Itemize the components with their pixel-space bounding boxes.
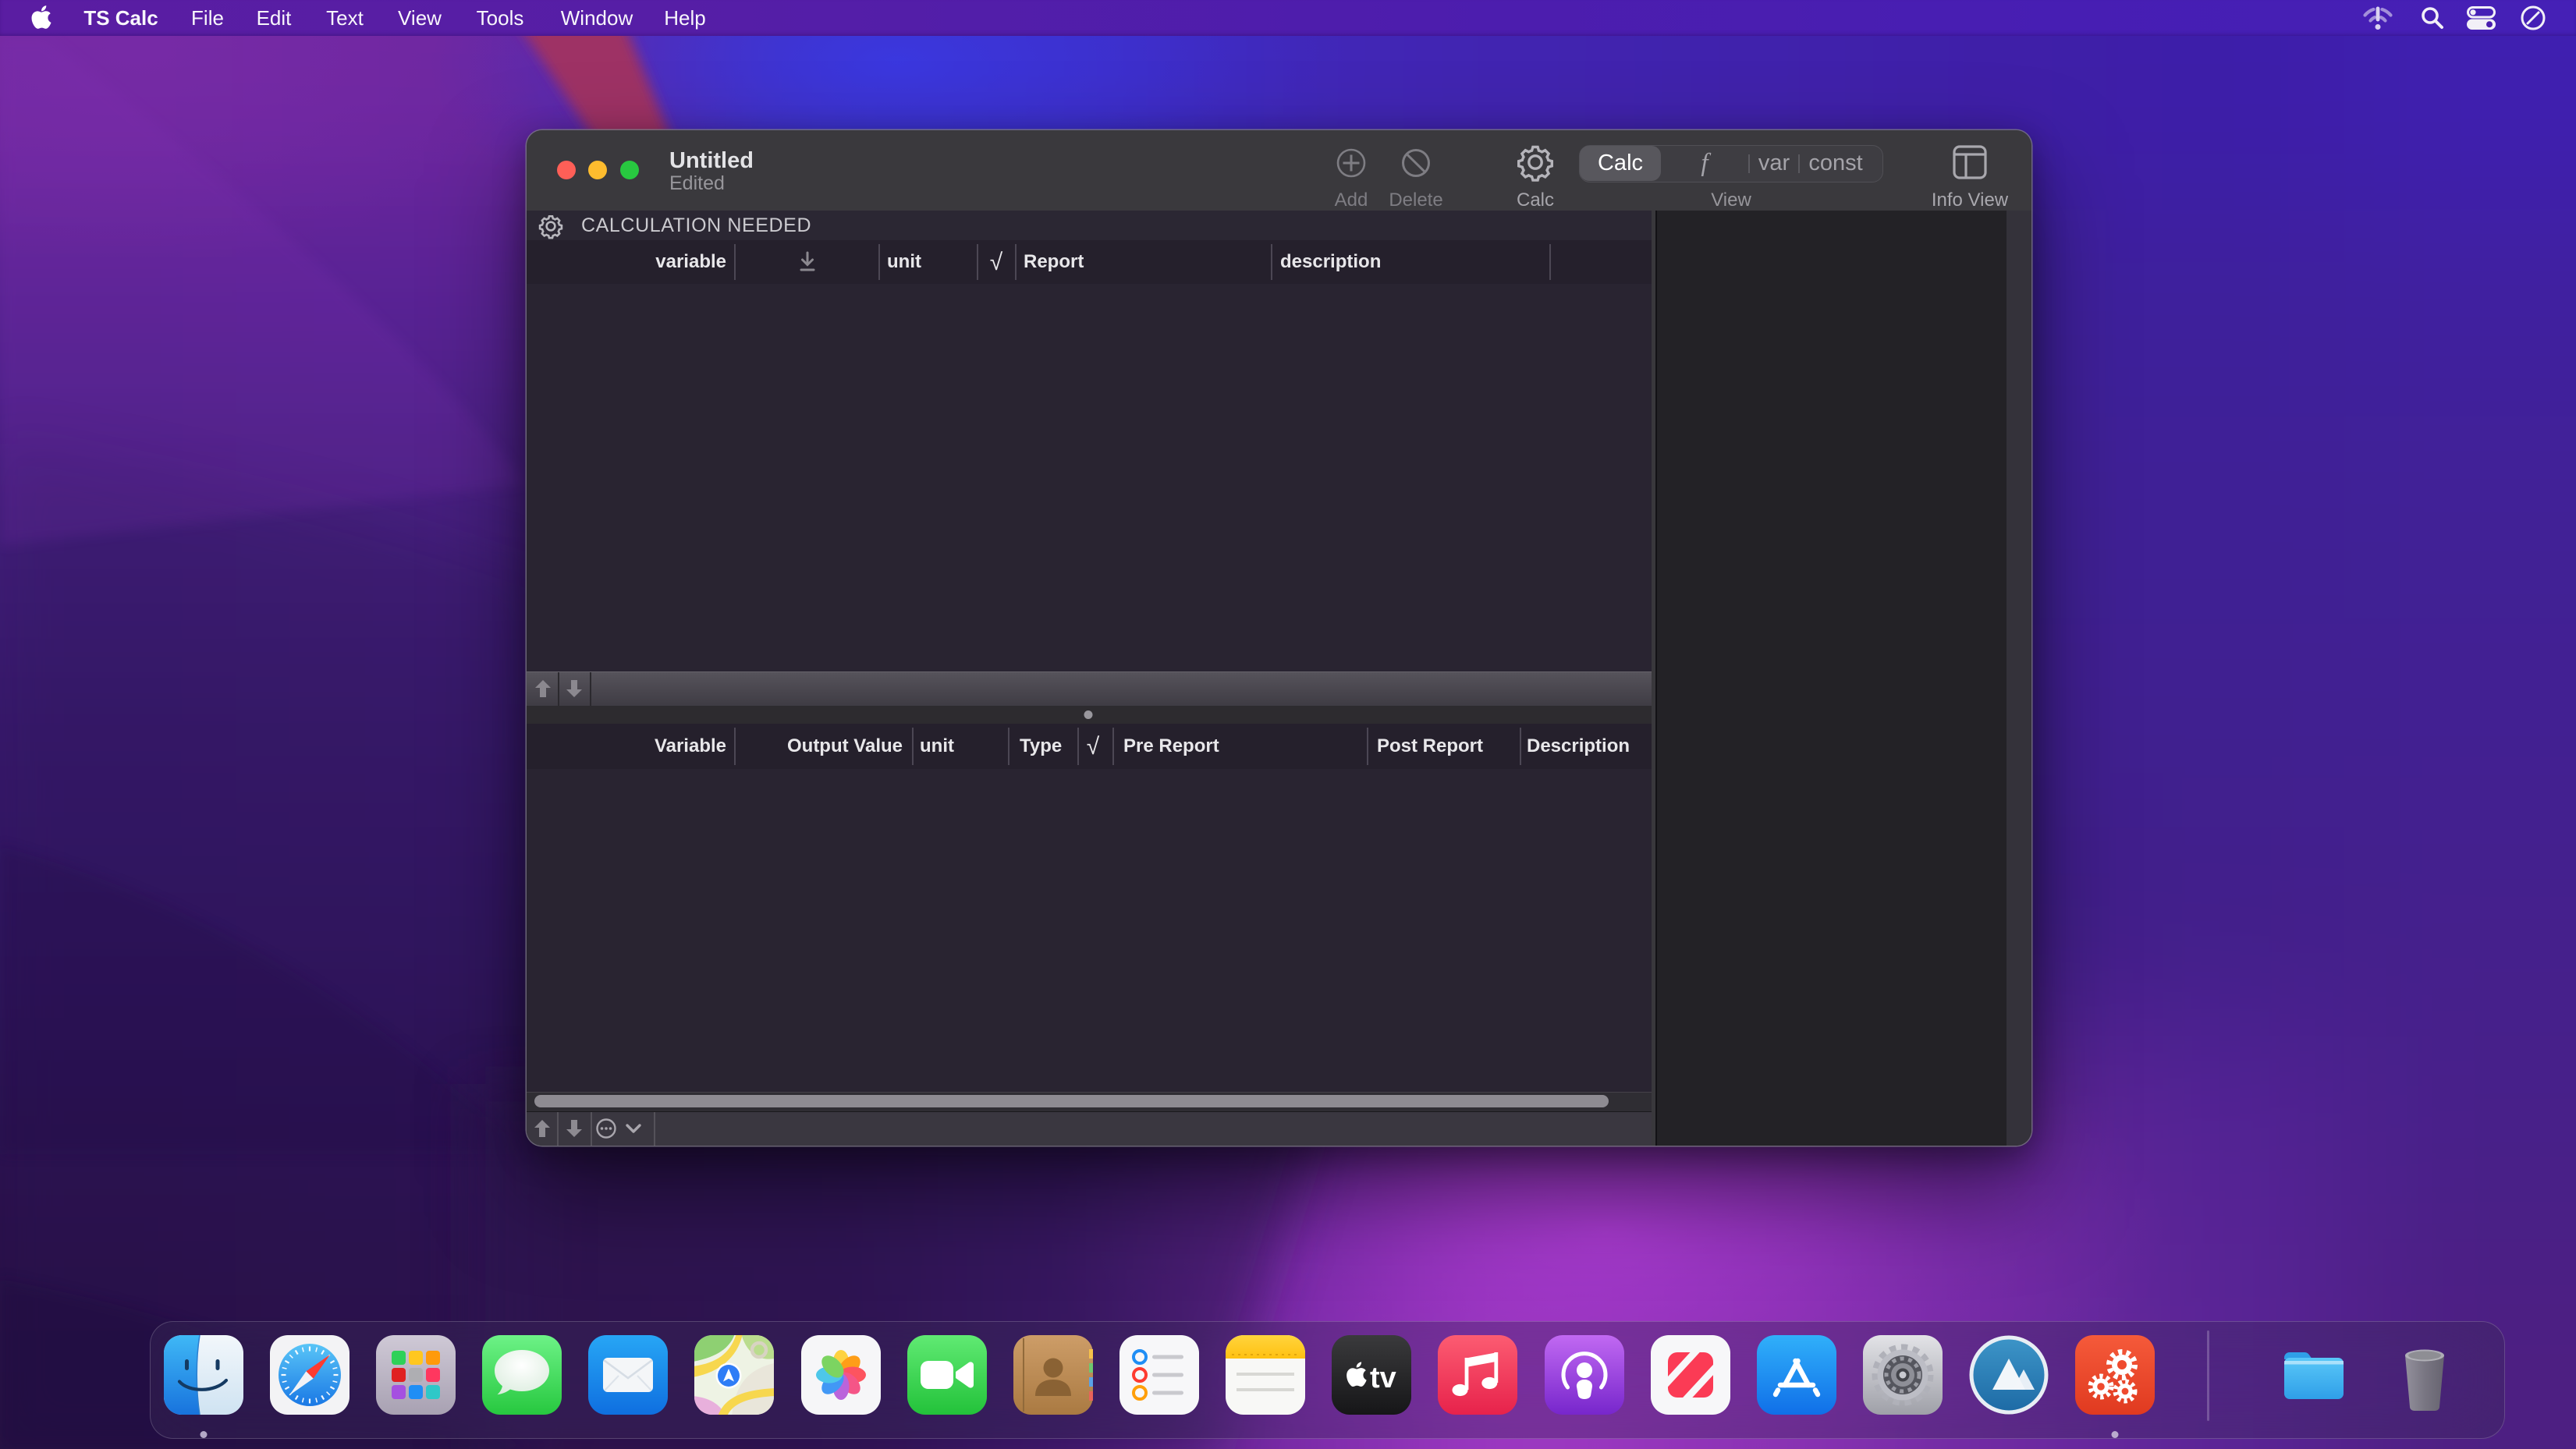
svg-text:tv: tv [1370,1362,1396,1394]
